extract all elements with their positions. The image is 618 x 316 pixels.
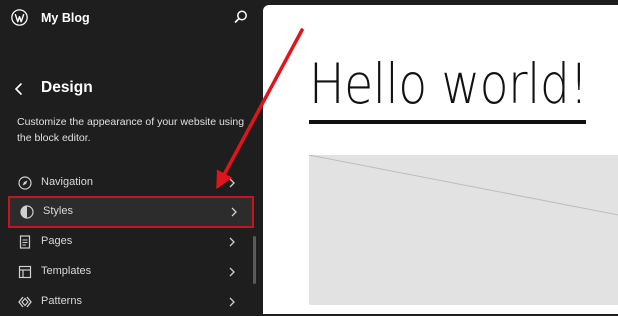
layout-icon [18, 265, 32, 279]
nav-item-label: Pages [41, 235, 73, 247]
chevron-right-icon [229, 297, 235, 307]
nav-item-patterns[interactable]: Patterns [8, 288, 248, 316]
site-title[interactable]: My Blog [41, 11, 90, 25]
back-chevron-icon[interactable] [13, 82, 25, 96]
nav-item-label: Styles [43, 205, 73, 217]
nav-item-styles[interactable]: Styles [10, 198, 252, 226]
panel-description: Customize the appearance of your website… [17, 116, 245, 144]
diamond-icon [18, 296, 32, 308]
chevron-right-icon [229, 237, 235, 247]
heading-underline [309, 120, 586, 124]
nav-item-navigation[interactable]: Navigation [8, 169, 248, 197]
compass-icon [18, 176, 32, 190]
chevron-right-icon [229, 267, 235, 277]
nav-item-label: Patterns [41, 295, 82, 307]
page-icon [19, 235, 31, 249]
nav-item-templates[interactable]: Templates [8, 258, 248, 286]
half-circle-icon [20, 205, 34, 219]
chevron-right-icon [229, 178, 235, 188]
search-icon[interactable] [233, 9, 249, 25]
site-preview-canvas[interactable]: Hello world! [263, 5, 618, 314]
nav-item-label: Templates [41, 265, 92, 277]
nav-item-label: Navigation [41, 176, 93, 188]
image-placeholder[interactable] [308, 154, 618, 305]
wordpress-logo-icon[interactable] [11, 9, 28, 26]
page-title: Design [41, 79, 93, 96]
sidebar-scrollbar[interactable] [253, 236, 256, 284]
chevron-right-icon [231, 207, 237, 217]
nav-item-pages[interactable]: Pages [8, 228, 248, 256]
sidebar-header: My Blog [0, 0, 262, 36]
placeholder-diagonal [308, 154, 618, 216]
sidebar: My Blog Design Customize the appearance … [0, 0, 262, 314]
post-heading[interactable]: Hello world! [309, 57, 588, 112]
